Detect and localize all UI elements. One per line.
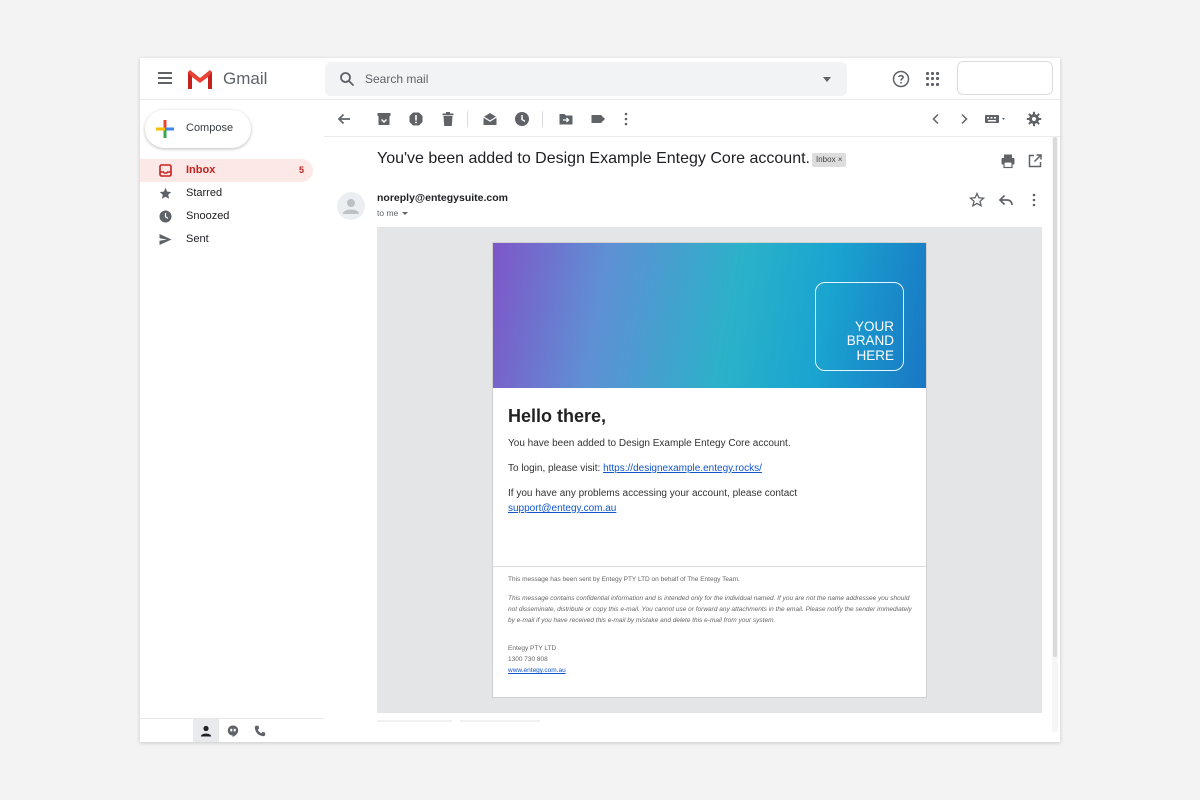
- email-banner: YOUR BRAND HERE: [493, 243, 926, 388]
- sidebar-item-label: Snoozed: [186, 210, 230, 222]
- sender-address[interactable]: noreply@entegysuite.com: [377, 192, 508, 204]
- recipient-label: to me: [377, 208, 399, 218]
- label-icon[interactable]: [590, 111, 606, 127]
- footer-website: www.entegy.com.au: [508, 665, 913, 676]
- website-link[interactable]: www.entegy.com.au: [508, 667, 566, 674]
- sidebar-nav: Inbox 5 Starred Snoozed Sent: [140, 159, 313, 251]
- hangouts-tab[interactable]: [220, 719, 246, 742]
- footer-phone: 1300 730 808: [508, 656, 548, 663]
- email-card: YOUR BRAND HERE Hello there, You have be…: [492, 242, 927, 698]
- chevron-down-icon: [402, 212, 409, 216]
- email-line-support: support@entegy.com.au: [508, 501, 616, 516]
- email-greeting: Hello there,: [508, 406, 607, 426]
- compose-plus-icon: [156, 120, 174, 138]
- toolbar-separator: [467, 111, 468, 127]
- gmail-window: Gmail Compose: [140, 58, 1060, 742]
- person-icon: [200, 725, 212, 737]
- more-vert-icon[interactable]: [618, 111, 634, 127]
- keyboard-icon[interactable]: [984, 111, 1010, 127]
- sidebar-item-label: Sent: [186, 233, 209, 245]
- brand-line: YOUR: [854, 318, 894, 334]
- top-header: Gmail: [140, 58, 1060, 100]
- login-prefix: To login, please visit:: [508, 463, 604, 474]
- inbox-unread-count: 5: [298, 165, 304, 175]
- message-subject: You've been added to Design Example Ente…: [377, 150, 810, 167]
- sidebar-item-sent[interactable]: Sent: [140, 228, 313, 251]
- sidebar-item-snoozed[interactable]: Snoozed: [140, 205, 313, 228]
- email-line-login: To login, please visit: https://designex…: [508, 461, 762, 476]
- search-options-caret-icon[interactable]: [823, 77, 831, 82]
- brand-line: HERE: [856, 347, 894, 363]
- search-bar[interactable]: [325, 62, 847, 96]
- contacts-tab[interactable]: [193, 719, 219, 742]
- archive-icon[interactable]: [376, 111, 392, 127]
- support-email-link[interactable]: support@entegy.com.au: [508, 503, 616, 514]
- compose-button[interactable]: Compose: [145, 110, 251, 148]
- sender-avatar[interactable]: [337, 192, 365, 220]
- older-icon[interactable]: [956, 111, 972, 127]
- sidebar-item-starred[interactable]: Starred: [140, 182, 313, 205]
- scrollbar-thumb[interactable]: [1053, 137, 1057, 657]
- email-line-added: You have been added to Design Example En…: [508, 438, 791, 449]
- search-icon[interactable]: [339, 71, 355, 87]
- footer-sent-by: This message has been sent by Entegy PTY…: [508, 576, 740, 583]
- email-line-problems: If you have any problems accessing your …: [508, 488, 798, 499]
- account-area[interactable]: [957, 61, 1053, 95]
- scrollbar[interactable]: [1052, 137, 1058, 732]
- divider: [377, 720, 452, 722]
- sidebar-item-inbox[interactable]: Inbox 5: [140, 159, 313, 182]
- brand-line: BRAND: [846, 333, 894, 348]
- newer-icon[interactable]: [928, 111, 944, 127]
- help-icon[interactable]: [892, 70, 910, 88]
- brand-placeholder-logo: YOUR BRAND HERE: [815, 282, 904, 371]
- email-body-background: YOUR BRAND HERE Hello there, You have be…: [377, 227, 1042, 713]
- gmail-wordmark: Gmail: [223, 69, 268, 88]
- sidebar-bottom-bar: [140, 718, 324, 742]
- apps-icon[interactable]: [926, 72, 940, 86]
- send-icon: [159, 234, 172, 245]
- star-icon: [159, 187, 172, 199]
- message-view: You've been added to Design Example Ente…: [324, 137, 1060, 742]
- mark-unread-icon[interactable]: [482, 111, 498, 127]
- divider: [460, 720, 540, 722]
- email-divider: [493, 566, 926, 567]
- phone-tab[interactable]: [247, 719, 273, 742]
- snooze-icon[interactable]: [514, 111, 530, 127]
- hangouts-icon: [227, 725, 239, 737]
- print-icon[interactable]: [1000, 153, 1016, 169]
- message-toolbar: [324, 100, 1060, 137]
- star-outline-icon[interactable]: [969, 192, 985, 208]
- clock-icon: [159, 210, 172, 223]
- recipient-details[interactable]: to me: [377, 208, 409, 218]
- footer-confidentiality: This message contains confidential infor…: [508, 595, 912, 624]
- toolbar-separator: [542, 111, 543, 127]
- reply-icon[interactable]: [998, 192, 1014, 208]
- phone-icon: [254, 725, 266, 737]
- search-input[interactable]: [365, 68, 805, 90]
- gmail-logo-icon[interactable]: [186, 68, 214, 90]
- delete-icon[interactable]: [440, 111, 456, 127]
- compose-label: Compose: [186, 122, 234, 134]
- inbox-label-badge[interactable]: Inbox ×: [812, 153, 847, 167]
- more-vert-icon[interactable]: [1026, 192, 1042, 208]
- menu-icon[interactable]: [158, 72, 172, 84]
- default-avatar-icon: [343, 199, 359, 214]
- inbox-icon: [159, 164, 172, 177]
- report-spam-icon[interactable]: [408, 111, 424, 127]
- sidebar-item-label: Inbox: [186, 164, 216, 176]
- open-in-new-icon[interactable]: [1027, 153, 1043, 169]
- move-to-icon[interactable]: [558, 111, 574, 127]
- sidebar-item-label: Starred: [186, 187, 223, 199]
- footer-company: Entegy PTY LTD: [508, 645, 557, 652]
- login-link[interactable]: https://designexample.entegy.rocks/: [603, 463, 762, 474]
- settings-icon[interactable]: [1026, 111, 1042, 127]
- back-arrow-icon[interactable]: [336, 111, 352, 127]
